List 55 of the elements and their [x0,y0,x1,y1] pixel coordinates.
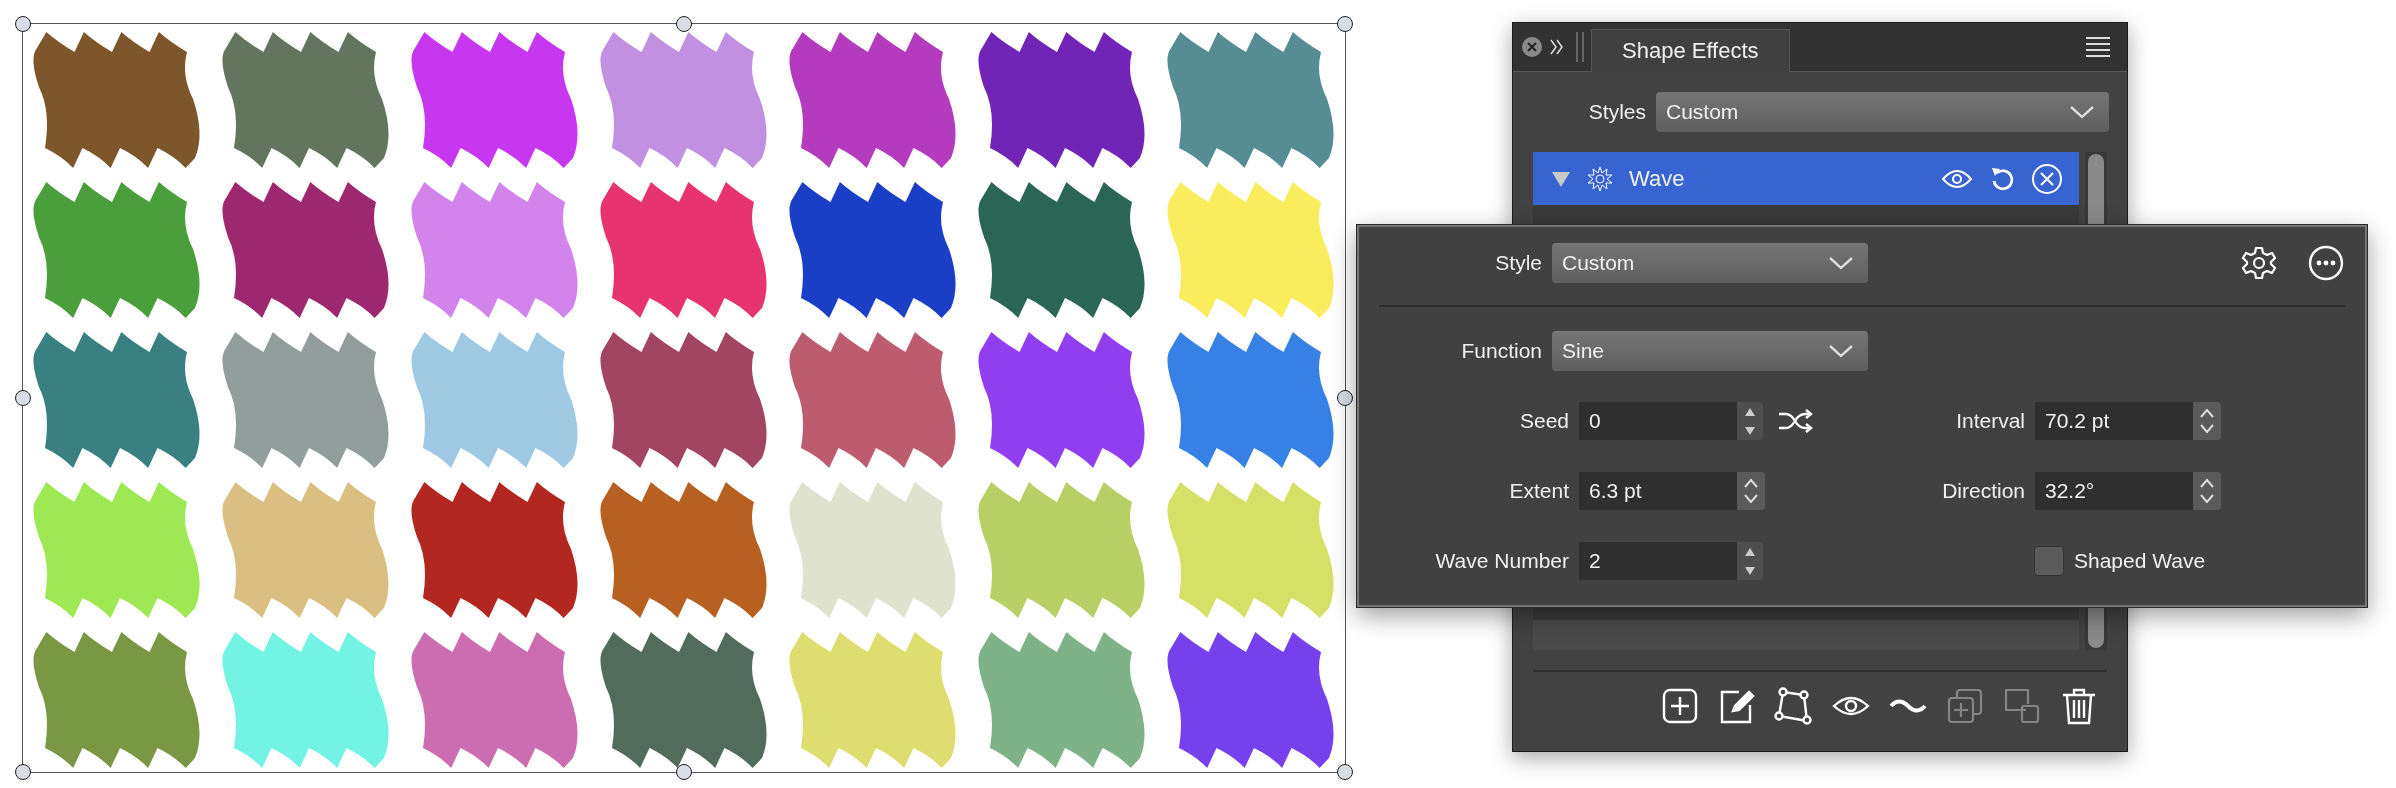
checkbox-label: Shaped Wave [2074,549,2206,573]
stepper[interactable] [1737,472,1765,510]
more-icon[interactable] [2307,244,2345,282]
chevron-icon [1828,344,1854,358]
selection-handle[interactable] [676,16,692,32]
selection-handle[interactable] [1337,16,1353,32]
number-field[interactable]: 32.2° [2035,472,2193,510]
stepper[interactable] [2193,402,2221,440]
selection-handle[interactable] [15,16,31,32]
style-dropdown[interactable]: Custom [1552,243,1868,283]
down-arrow-icon[interactable] [1742,424,1758,437]
number-field[interactable]: 0 [1579,402,1737,440]
down-arrow-icon[interactable] [1742,564,1758,577]
menu-icon[interactable] [2085,36,2111,58]
selection-handle[interactable] [1337,764,1353,780]
field-label: Extent [1508,479,1569,503]
shuffle-icon[interactable] [1777,408,1813,434]
field-label: Wave Number [1434,549,1569,573]
disclosure-icon[interactable] [1551,169,1571,188]
function-dropdown[interactable]: Sine [1552,331,1868,371]
number-field[interactable]: 70.2 pt [2035,402,2193,440]
styles-label: Styles [1587,100,1646,124]
function-label: Function [1460,339,1542,363]
style-label: Style [1494,251,1542,275]
field-label: Direction [1941,479,2025,503]
up-down-chevron-icon[interactable] [2198,476,2216,506]
effect-name: Wave [1629,165,1685,192]
eye-icon[interactable] [1941,168,1973,189]
effect-row[interactable]: Wave [1533,152,2079,205]
selection-handle[interactable] [15,764,31,780]
up-down-chevron-icon[interactable] [1742,476,1760,506]
add-icon[interactable] [1660,686,1700,726]
selection-handle[interactable] [15,390,31,406]
close-icon[interactable] [1521,36,1543,58]
chevron-icon [2069,105,2095,119]
stepper[interactable] [1737,542,1763,580]
number-field[interactable]: 2 [1579,542,1737,580]
number-field[interactable]: 6.3 pt [1579,472,1737,510]
up-down-chevron-icon[interactable] [2198,406,2216,436]
checkbox[interactable] [2034,546,2064,576]
selection-handle[interactable] [1337,390,1353,406]
selection-handle[interactable] [676,764,692,780]
stepper[interactable] [1737,402,1763,440]
panel-tab[interactable]: Shape Effects [1591,29,1790,72]
remove-icon[interactable] [2031,162,2063,195]
styles-dropdown[interactable]: Custom [1656,92,2109,132]
starburst-icon [1587,165,1613,192]
field-label: Interval [1955,409,2025,433]
settings-icon[interactable] [2241,245,2277,281]
collapse-icon[interactable] [1549,37,1565,57]
field-label: Seed [1518,409,1569,433]
grip-icon[interactable] [1575,32,1585,62]
nodes-icon[interactable] [1774,686,1814,726]
chevron-icon [1828,256,1854,270]
stepper[interactable] [2193,472,2221,510]
